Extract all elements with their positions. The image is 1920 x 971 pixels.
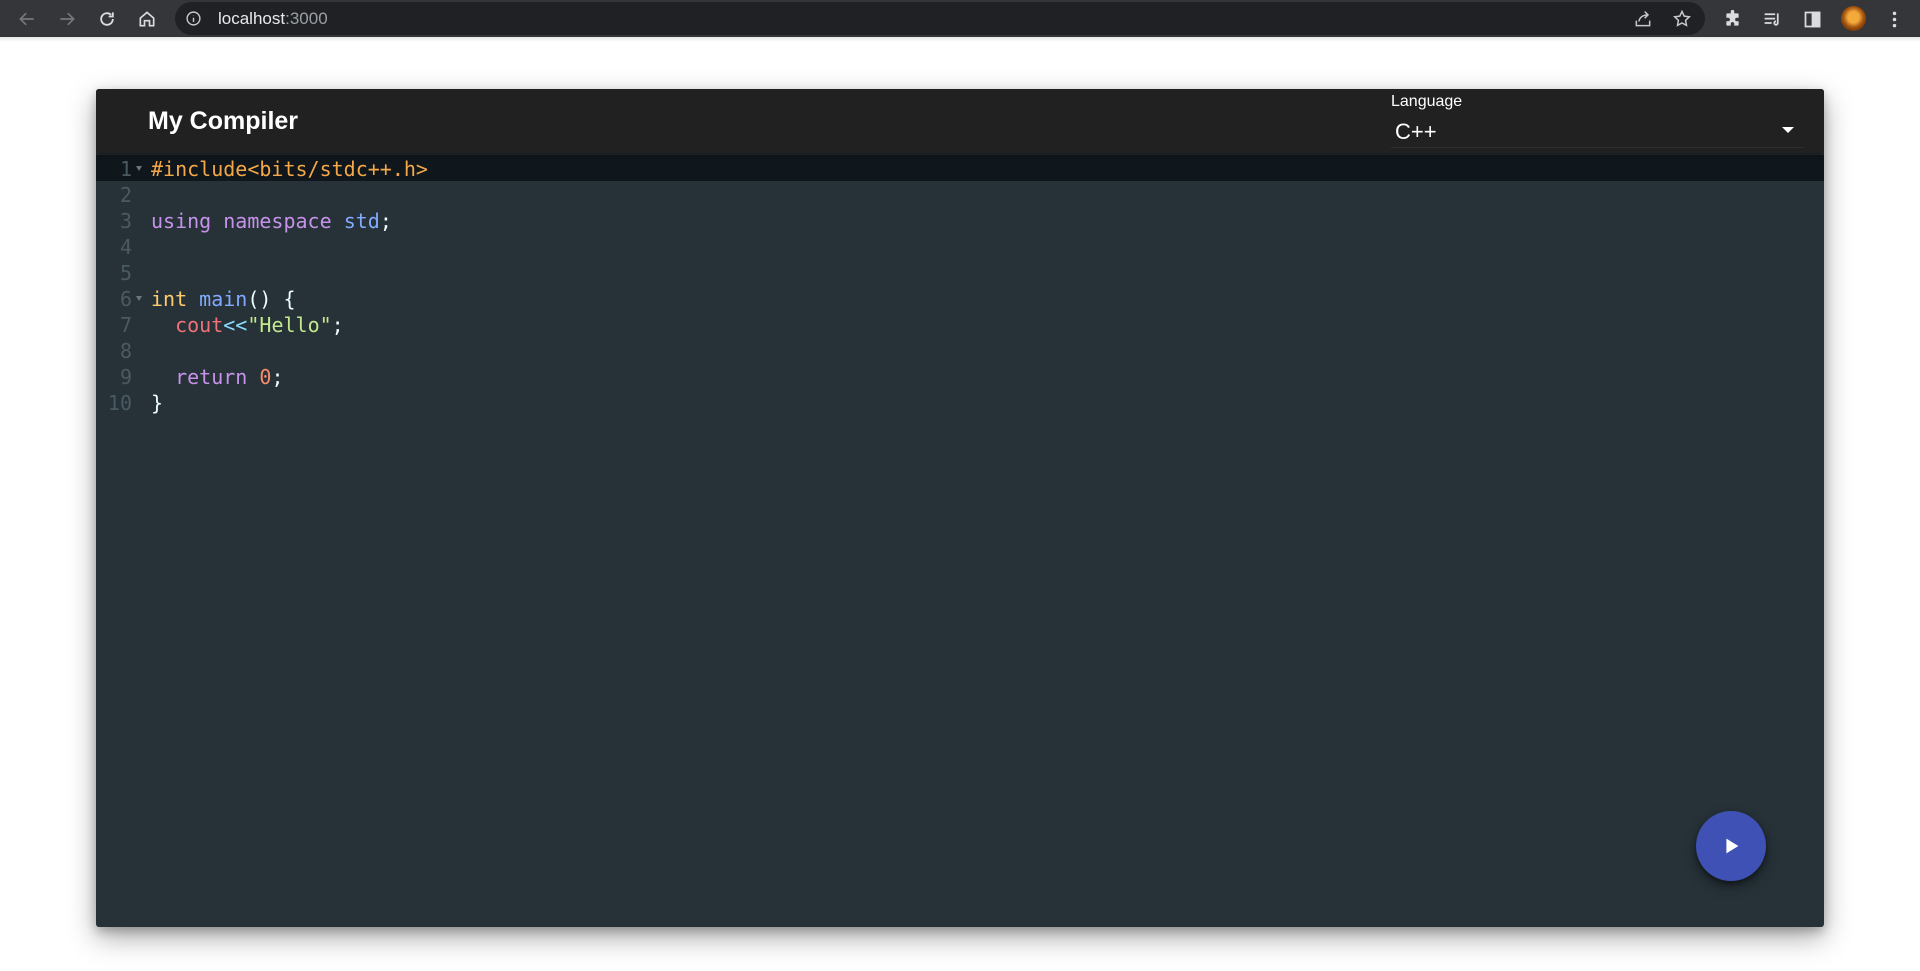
code-token: cout <box>175 313 224 337</box>
code-token: 0 <box>259 365 272 389</box>
toolbar-divider <box>0 37 1920 42</box>
url-port: :3000 <box>285 9 328 28</box>
bookmark-star-icon[interactable] <box>1671 8 1693 30</box>
code-token: #include<bits/stdc++.h> <box>151 157 428 181</box>
address-bar[interactable]: localhost:3000 <box>175 2 1705 35</box>
reading-list-icon[interactable] <box>1760 7 1784 31</box>
line-number: 4 <box>119 235 132 259</box>
code-token: return <box>175 365 248 389</box>
code-editor[interactable]: 1 #include<bits/stdc++.h> 2 3 using namespac… <box>96 153 1824 927</box>
app-header: My Compiler Language C++ <box>96 89 1824 153</box>
compiler-card: My Compiler Language C++ 1 #include<bits/… <box>96 89 1824 927</box>
reload-icon[interactable] <box>92 4 122 34</box>
code-text: } <box>151 391 163 415</box>
fold-arrow-icon[interactable] <box>136 166 142 171</box>
url-host: localhost <box>218 9 286 28</box>
code-line[interactable]: 8 <box>96 337 1824 363</box>
line-number: 8 <box>119 339 132 363</box>
dropdown-caret-icon[interactable] <box>1782 127 1794 133</box>
line-number: 10 <box>107 391 132 415</box>
language-select[interactable]: C++ <box>1391 117 1804 148</box>
code-token: main <box>199 287 248 311</box>
code-token: std <box>343 209 380 233</box>
code-token: () { <box>247 287 296 311</box>
code-text: return 0; <box>151 365 283 389</box>
site-info-icon[interactable] <box>185 10 202 27</box>
url-text[interactable]: localhost:3000 <box>218 10 328 28</box>
code-text: cout<<"Hello"; <box>151 313 344 337</box>
code-text: #include<bits/stdc++.h> <box>151 157 428 181</box>
back-icon[interactable] <box>12 4 42 34</box>
line-number: 7 <box>119 313 132 337</box>
code-text: int main() { <box>151 287 296 311</box>
browser-toolbar: localhost:3000 <box>0 0 1920 37</box>
side-panel-icon[interactable] <box>1800 7 1824 31</box>
code-token: ; <box>379 209 392 233</box>
line-number: 6 <box>119 287 132 311</box>
play-icon <box>1726 838 1739 854</box>
line-number: 9 <box>119 365 132 389</box>
language-selected-value: C++ <box>1395 119 1437 144</box>
line-number: 1 <box>119 157 132 181</box>
language-label: Language <box>1391 93 1463 110</box>
code-line[interactable]: 2 <box>96 181 1824 207</box>
line-number: 3 <box>119 209 132 233</box>
more-menu-icon[interactable] <box>1882 7 1906 31</box>
code-line[interactable]: 3 using namespace std; <box>96 207 1824 233</box>
code-token: } <box>151 391 164 415</box>
code-line[interactable]: 6 int main() { <box>96 285 1824 311</box>
profile-avatar[interactable] <box>1841 6 1866 31</box>
code-token: int <box>151 287 188 311</box>
code-token: << <box>223 313 248 337</box>
code-line[interactable]: 9 return 0; <box>96 363 1824 389</box>
code-token: ; <box>331 313 344 337</box>
code-token: "Hello" <box>247 313 332 337</box>
code-line[interactable]: 4 <box>96 233 1824 259</box>
code-line[interactable]: 1 #include<bits/stdc++.h> <box>96 155 1824 181</box>
line-number: 2 <box>119 183 132 207</box>
fold-arrow-icon[interactable] <box>136 296 142 301</box>
code-line[interactable]: 7 cout<<"Hello"; <box>96 311 1824 337</box>
run-button[interactable] <box>1696 811 1766 881</box>
code-token: using <box>151 209 212 233</box>
app-title: My Compiler <box>148 107 299 135</box>
code-text: using namespace std; <box>151 209 392 233</box>
code-line[interactable]: 5 <box>96 259 1824 285</box>
extensions-icon[interactable] <box>1720 7 1744 31</box>
forward-icon[interactable] <box>52 4 82 34</box>
share-icon[interactable] <box>1632 8 1654 30</box>
code-token: ; <box>271 365 284 389</box>
home-icon[interactable] <box>132 4 162 34</box>
code-line[interactable]: 10} <box>96 389 1824 415</box>
code-token: namespace <box>223 209 332 233</box>
line-number: 5 <box>119 261 132 285</box>
